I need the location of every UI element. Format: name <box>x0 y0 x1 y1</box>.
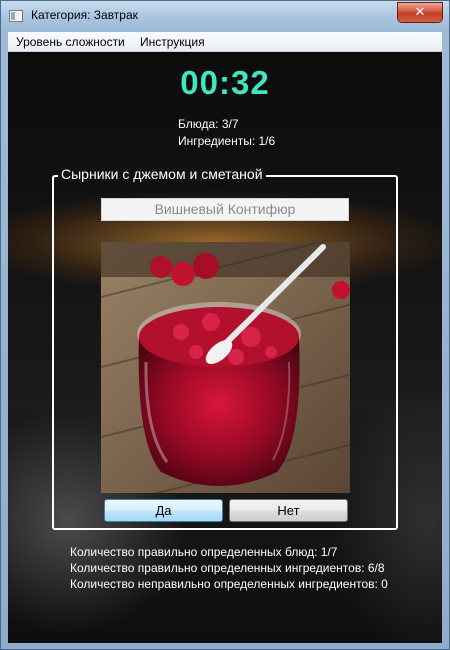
ingredient-name-field: Вишневый Контифюр <box>101 198 349 221</box>
dish-title: Сырники с джемом и сметаной <box>58 166 266 182</box>
window-left-border <box>1 32 8 643</box>
no-button[interactable]: Нет <box>229 499 348 522</box>
ingredient-photo <box>101 242 350 493</box>
app-window: Категория: Завтрак ✕ Уровень сложности И… <box>0 0 450 650</box>
ingredients-progress: Ингредиенты: 1/6 <box>178 134 276 148</box>
window-right-border <box>442 32 449 643</box>
window-title: Категория: Завтрак <box>31 8 138 22</box>
close-button[interactable]: ✕ <box>397 2 443 23</box>
game-panel: 00:32 Блюда: 3/7 Ингредиенты: 1/6 Сырник… <box>8 52 442 643</box>
title-bar[interactable]: Категория: Завтрак ✕ <box>1 1 449 32</box>
dishes-progress: Блюда: 3/7 <box>178 117 239 131</box>
menu-bar: Уровень сложности Инструкция <box>8 32 442 52</box>
countdown-timer: 00:32 <box>180 64 270 101</box>
yes-button[interactable]: Да <box>104 499 223 522</box>
wrong-ingredients-count: Количество неправильно определенных ингр… <box>70 577 388 591</box>
menu-item-difficulty[interactable]: Уровень сложности <box>16 35 125 49</box>
correct-ingredients-count: Количество правильно определенных ингред… <box>70 561 385 575</box>
jam-jar-photo-icon <box>101 242 350 493</box>
menu-item-instructions[interactable]: Инструкция <box>140 35 205 49</box>
app-icon <box>9 10 23 22</box>
correct-dishes-count: Количество правильно определенных блюд: … <box>70 545 338 559</box>
